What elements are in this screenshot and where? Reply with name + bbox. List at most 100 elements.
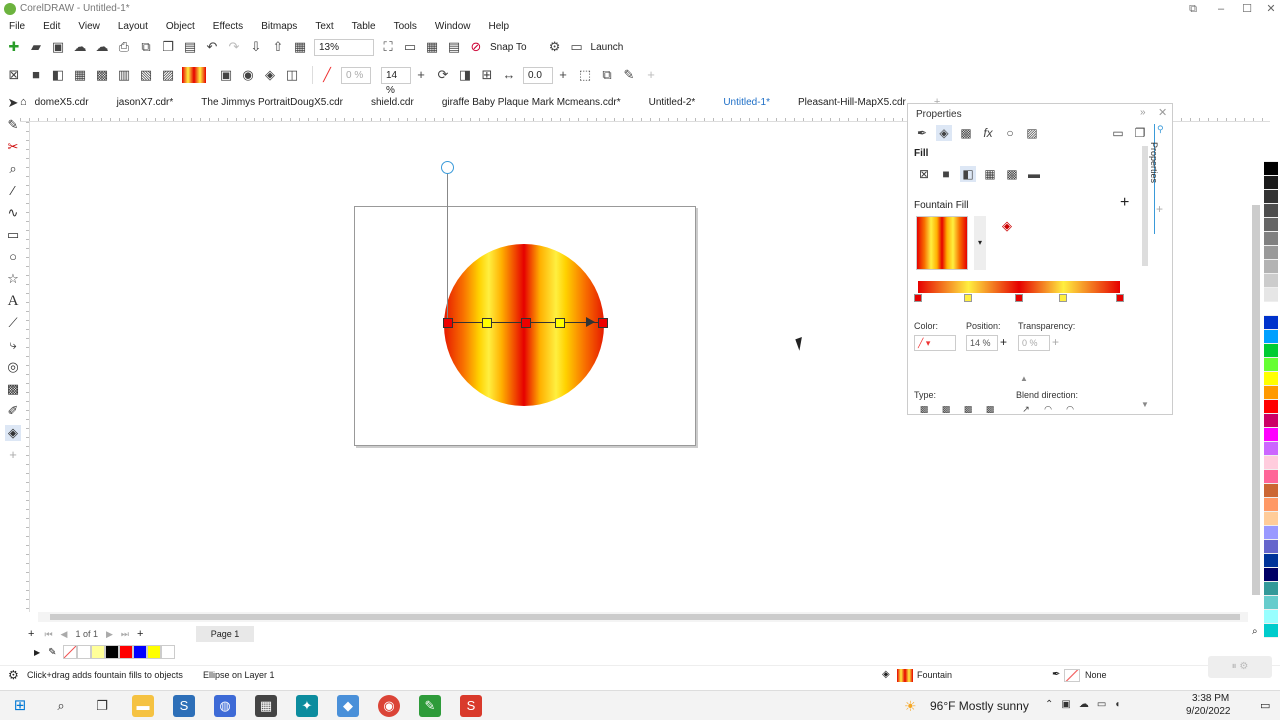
postscript-fill-icon[interactable]: ▨ bbox=[160, 67, 176, 83]
notifications-icon[interactable]: ▭ bbox=[1260, 699, 1270, 712]
uniform-fill-icon[interactable]: ■ bbox=[938, 166, 954, 182]
docker-close-icon[interactable]: ✕ bbox=[1158, 106, 1167, 119]
palette-swatch[interactable] bbox=[1264, 218, 1278, 232]
menu-tools[interactable]: Tools bbox=[394, 21, 417, 32]
node-position-field[interactable]: 14 % bbox=[381, 66, 411, 96]
texture-fill-icon[interactable]: ▬ bbox=[1026, 166, 1042, 182]
linear-fountain-icon[interactable]: ▣ bbox=[218, 67, 234, 83]
parallel-dimension-icon[interactable]: ⟋ bbox=[5, 315, 21, 331]
print-icon[interactable]: ⎙ bbox=[116, 39, 132, 55]
file-explorer-icon[interactable]: ▬ bbox=[132, 694, 154, 717]
palette-swatch[interactable] bbox=[1264, 358, 1278, 372]
snap-to-dropdown[interactable]: Snap To bbox=[490, 42, 527, 53]
document-swatch[interactable] bbox=[146, 645, 161, 659]
transparency-plus-icon[interactable]: + bbox=[1052, 335, 1059, 349]
color-node[interactable] bbox=[482, 318, 492, 328]
copy-properties-icon[interactable]: ❐ bbox=[1132, 125, 1148, 141]
app-globe-icon[interactable]: ◍ bbox=[214, 694, 236, 717]
palette-swatch[interactable] bbox=[1264, 386, 1278, 400]
status-gear-icon[interactable]: ⚙ bbox=[8, 668, 19, 682]
launch-icon[interactable]: ▭ bbox=[569, 39, 585, 55]
gradient-stop[interactable] bbox=[1015, 294, 1023, 302]
palette-swatch[interactable] bbox=[1264, 540, 1278, 554]
palette-swatch[interactable] bbox=[1264, 176, 1278, 190]
vertical-scroll-thumb[interactable] bbox=[1252, 205, 1260, 595]
palette-swatch[interactable] bbox=[1264, 484, 1278, 498]
zoom-level-field[interactable]: 13% bbox=[314, 38, 374, 56]
image-icon[interactable]: ▨ bbox=[1024, 125, 1040, 141]
doc-tab[interactable]: giraffe Baby Plaque Mark Mcmeans.cdr* bbox=[442, 97, 621, 108]
next-page-icon[interactable]: ▶ bbox=[106, 629, 113, 640]
export-icon[interactable]: ⇧ bbox=[270, 39, 286, 55]
document-swatch[interactable] bbox=[118, 645, 133, 659]
eyedropper-tool-icon[interactable]: ✐ bbox=[5, 403, 21, 419]
fountain-fill-icon[interactable]: ◧ bbox=[960, 166, 976, 182]
options-gear-icon[interactable]: ⚙ bbox=[547, 39, 563, 55]
palette-swatch[interactable] bbox=[1264, 190, 1278, 204]
fill-picker-swatch[interactable] bbox=[182, 67, 206, 83]
zoom-tool-icon[interactable]: ⌕ bbox=[5, 161, 21, 177]
free-scale-icon[interactable]: ⬚ bbox=[577, 67, 593, 83]
previous-page-icon[interactable]: ◀ bbox=[61, 629, 68, 640]
doc-tab[interactable]: The Jimmys PortraitDougX5.cdr bbox=[201, 97, 343, 108]
palette-swatch[interactable] bbox=[1264, 554, 1278, 568]
angle-field[interactable]: 0.0 bbox=[523, 66, 553, 84]
redo-icon[interactable]: ↷ bbox=[226, 39, 242, 55]
docker-side-tab-label[interactable]: Properties bbox=[1149, 142, 1159, 183]
node-transparency-field[interactable]: 0 % bbox=[341, 66, 371, 84]
add-page-before-icon[interactable]: + bbox=[28, 628, 34, 640]
palette-swatch[interactable] bbox=[1264, 288, 1278, 302]
palette-swatch[interactable] bbox=[1264, 302, 1278, 316]
clockwise-blend-icon[interactable]: ◠ bbox=[1040, 404, 1056, 414]
doc-tab[interactable]: domeX5.cdr bbox=[35, 97, 89, 108]
fill-bucket-icon[interactable]: ◈ bbox=[936, 125, 952, 141]
fill-status-swatch[interactable] bbox=[897, 669, 913, 682]
interactive-fill-icon[interactable]: ◈ bbox=[5, 425, 21, 441]
add-docker-icon[interactable]: + bbox=[1156, 202, 1163, 216]
docker-collapse-icon[interactable]: » bbox=[1140, 107, 1146, 118]
palette-swatch[interactable] bbox=[1264, 344, 1278, 358]
chrome-icon[interactable]: ◉ bbox=[378, 694, 400, 717]
palette-swatch[interactable] bbox=[1264, 414, 1278, 428]
page-icon[interactable]: ▭ bbox=[1110, 125, 1126, 141]
conical-type-icon[interactable]: ▩ bbox=[960, 404, 976, 414]
palette-swatch[interactable] bbox=[1264, 316, 1278, 330]
menu-edit[interactable]: Edit bbox=[43, 21, 60, 32]
palette-swatch[interactable] bbox=[1264, 162, 1278, 176]
clock-time[interactable]: 3:38 PM bbox=[1192, 693, 1229, 704]
restore-icon[interactable]: ⧉ bbox=[1186, 2, 1200, 16]
palette-swatch[interactable] bbox=[1264, 596, 1278, 610]
rulers-icon[interactable]: ▭ bbox=[402, 39, 418, 55]
snap-icon[interactable]: ⊘ bbox=[468, 39, 484, 55]
rectangular-type-icon[interactable]: ▩ bbox=[982, 404, 998, 414]
vector-pattern-icon[interactable]: ▦ bbox=[982, 166, 998, 182]
app-nav-icon[interactable]: ◆ bbox=[337, 694, 359, 717]
uniform-fill-icon[interactable]: ■ bbox=[28, 67, 44, 83]
fill-picker-icon[interactable]: ◈ bbox=[1002, 218, 1012, 234]
artistic-media-icon[interactable]: ∿ bbox=[5, 205, 21, 221]
menu-view[interactable]: View bbox=[78, 21, 100, 32]
document-swatch[interactable] bbox=[76, 645, 91, 659]
cloud-download-icon[interactable]: ☁ bbox=[94, 39, 110, 55]
cut-icon[interactable]: ⧉ bbox=[138, 39, 154, 55]
gradient-stop[interactable] bbox=[964, 294, 972, 302]
position-plus-icon[interactable]: + bbox=[1000, 335, 1007, 349]
launch-dropdown[interactable]: Launch bbox=[591, 42, 624, 53]
fill-preview-swatch[interactable] bbox=[916, 216, 968, 270]
palette-swatch[interactable] bbox=[1264, 624, 1278, 638]
menu-file[interactable]: File bbox=[9, 21, 25, 32]
horizontal-scroll-thumb[interactable] bbox=[50, 614, 1240, 620]
palette-swatch[interactable] bbox=[1264, 442, 1278, 456]
transparency-field[interactable]: 0 % bbox=[1018, 335, 1050, 351]
menu-help[interactable]: Help bbox=[489, 21, 510, 32]
docker-scrollbar[interactable] bbox=[1142, 146, 1148, 266]
crop-tool-icon[interactable]: ✂ bbox=[5, 139, 21, 155]
weather-label[interactable]: 96°F Mostly sunny bbox=[930, 699, 1029, 713]
app-settings-icon[interactable]: ✦ bbox=[296, 694, 318, 717]
fountain-fill-icon[interactable]: ◧ bbox=[50, 67, 66, 83]
recording-controls[interactable]: ⏸ ⚙ bbox=[1208, 656, 1272, 678]
rectangular-fountain-icon[interactable]: ◫ bbox=[284, 67, 300, 83]
transparency-icon[interactable]: ▩ bbox=[958, 125, 974, 141]
scroll-down-icon[interactable]: ▼ bbox=[1141, 400, 1149, 409]
doc-tab[interactable]: jasonX7.cdr* bbox=[117, 97, 174, 108]
